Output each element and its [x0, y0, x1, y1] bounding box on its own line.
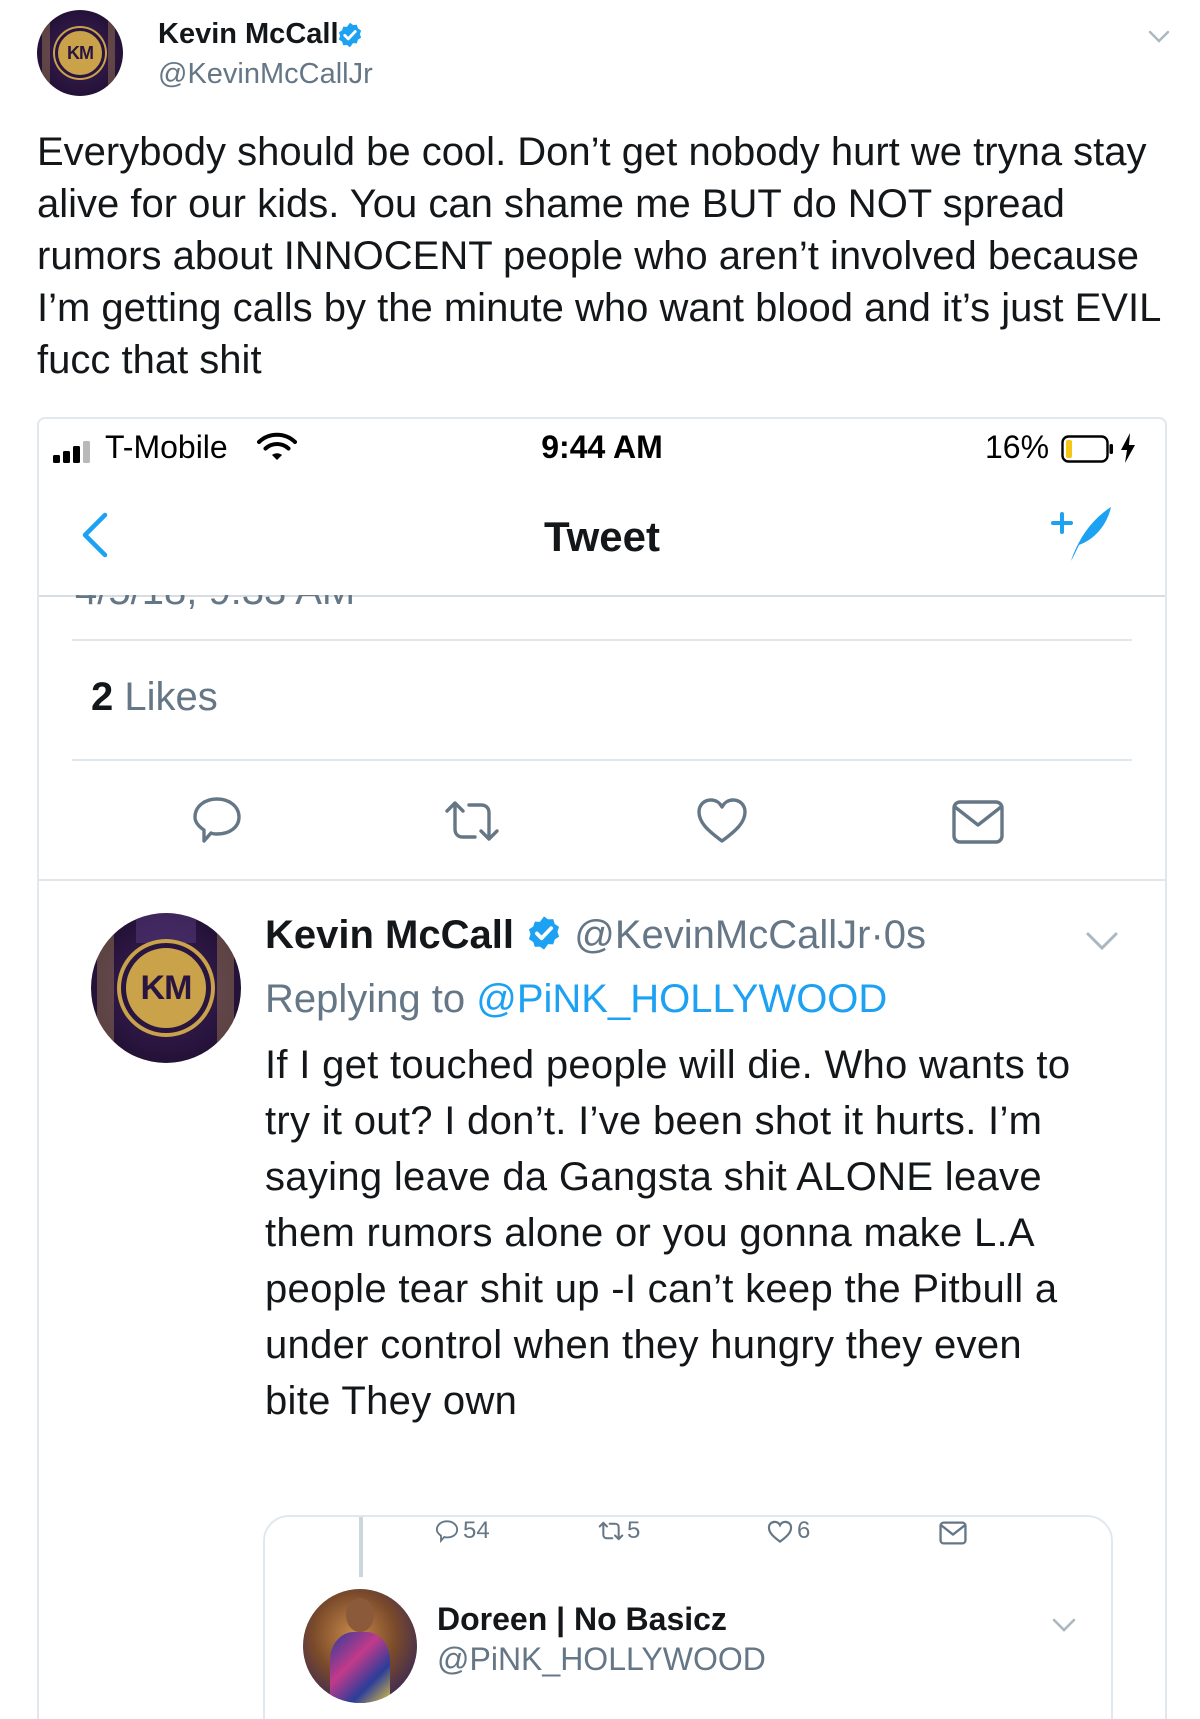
reply-count: 54 — [463, 1517, 490, 1544]
nav-bar: Tweet — [39, 477, 1165, 597]
avatar[interactable]: KM — [91, 913, 241, 1063]
compose-tweet-icon[interactable] — [1045, 499, 1115, 570]
time-ago: 0s — [883, 913, 927, 957]
retweet-icon[interactable] — [441, 799, 503, 848]
avatar-logo: KM — [121, 943, 211, 1033]
chevron-down-icon[interactable] — [1051, 1617, 1077, 1638]
separator: · — [870, 913, 884, 957]
author-name[interactable]: Doreen | No Basicz — [437, 1601, 727, 1638]
reply-icon[interactable] — [191, 795, 243, 850]
verified-badge-icon — [525, 914, 563, 962]
page-title: Tweet — [544, 513, 660, 560]
replying-to: Replying to @PiNK_HOLLYWOOD — [265, 977, 887, 1022]
author-handle[interactable]: @PiNK_HOLLYWOOD — [437, 1641, 766, 1678]
replying-to-link[interactable]: @PiNK_HOLLYWOOD — [476, 977, 887, 1021]
divider — [72, 759, 1132, 761]
timestamp-text: 4/5/18, 9:33 AM — [75, 595, 675, 614]
thread-line — [359, 1517, 363, 1577]
author-handle[interactable]: @KevinMcCallJr — [158, 58, 373, 91]
likes-label: Likes — [124, 675, 218, 719]
reply-text: If I get touched people will die. Who wa… — [265, 1043, 1071, 1423]
likes-summary[interactable]: 2 Likes — [91, 675, 218, 720]
quoted-tweet-card[interactable]: 54 5 6 Doreen | No Basicz @PiNK_HOLLYWOO… — [263, 1515, 1113, 1719]
retweet-count: 5 — [627, 1517, 641, 1544]
replying-prefix: Replying to — [265, 977, 466, 1021]
share-icon[interactable] — [939, 1521, 967, 1550]
retweet-icon[interactable] — [597, 1521, 625, 1546]
battery-percent: 16% — [985, 429, 1050, 465]
like-icon[interactable] — [695, 797, 749, 850]
chevron-down-icon[interactable] — [1148, 30, 1170, 49]
share-icon[interactable] — [951, 799, 1005, 850]
embedded-phone-screenshot: T-Mobile 9:44 AM 16% Tweet 2 Likes KM Ke… — [37, 417, 1167, 1719]
divider — [72, 639, 1132, 641]
likes-count: 2 — [91, 675, 114, 719]
like-count: 6 — [797, 1517, 811, 1544]
reply-icon[interactable] — [435, 1519, 459, 1548]
like-icon[interactable] — [767, 1520, 793, 1549]
verified-badge-icon — [336, 21, 364, 49]
clipped-timestamp: 4/5/18, 9:33 AM — [75, 595, 675, 617]
charging-bolt-icon — [1119, 433, 1137, 471]
author-name[interactable]: Kevin McCall — [265, 913, 514, 957]
avatar-logo: KM — [55, 28, 105, 78]
avatar[interactable]: KM — [37, 10, 123, 96]
status-bar: T-Mobile 9:44 AM 16% — [39, 419, 1165, 477]
author-name[interactable]: Kevin McCall — [158, 18, 339, 51]
author-handle[interactable]: @KevinMcCallJr — [574, 913, 870, 957]
avatar[interactable] — [303, 1589, 417, 1703]
battery-icon — [1061, 434, 1115, 471]
tweet-text: Everybody should be cool. Don’t get nobo… — [37, 130, 1160, 382]
reply-header: Kevin McCall @KevinMcCallJr·0s — [265, 913, 926, 962]
divider — [39, 879, 1165, 881]
chevron-down-icon[interactable] — [1085, 931, 1119, 956]
